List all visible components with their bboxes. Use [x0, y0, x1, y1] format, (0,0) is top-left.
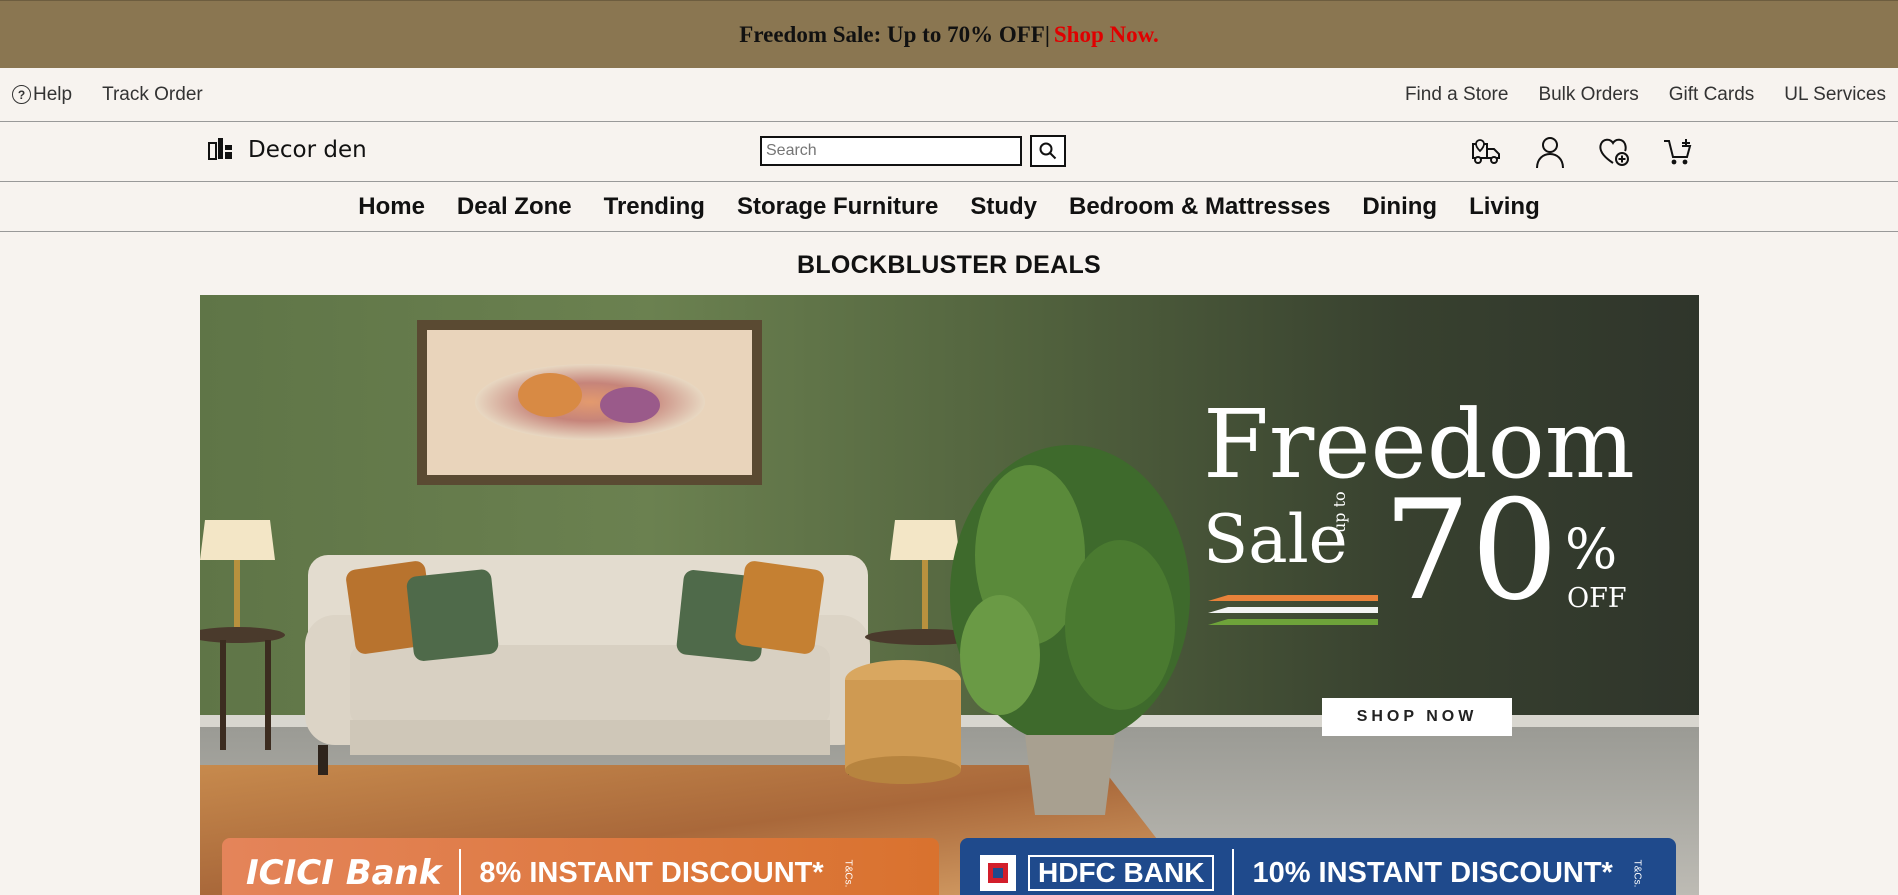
- hdfc-tc: T&Cs.: [1631, 859, 1643, 887]
- category-nav: Home Deal Zone Trending Storage Furnitur…: [0, 182, 1898, 232]
- promo-text: Freedom Sale: Up to 70% OFF|: [739, 21, 1050, 47]
- utility-left: ? Help Track Order: [12, 84, 233, 106]
- nav-bedroom-mattresses[interactable]: Bedroom & Mattresses: [1069, 193, 1330, 221]
- hero-percent: 70: [1383, 470, 1559, 631]
- tricolor-stripes: [1208, 595, 1378, 625]
- help-label: Help: [33, 83, 73, 105]
- hdfc-divider: [1232, 849, 1235, 895]
- search-input[interactable]: [760, 136, 1022, 166]
- hero-off: OFF: [1567, 583, 1627, 614]
- hero-shop-now-button[interactable]: SHOP NOW: [1322, 698, 1512, 736]
- find-store-link[interactable]: Find a Store: [1405, 84, 1509, 106]
- bulk-orders-link[interactable]: Bulk Orders: [1538, 84, 1638, 106]
- cart-icon[interactable]: [1660, 134, 1696, 170]
- icici-divider: [459, 849, 462, 895]
- hdfc-offer-card[interactable]: HDFC BANK 10% INSTANT DISCOUNT* T&Cs.: [960, 838, 1676, 895]
- wishlist-heart-icon[interactable]: [1596, 134, 1632, 170]
- main-header: Decor den: [0, 122, 1898, 182]
- nav-storage-furniture[interactable]: Storage Furniture: [737, 193, 938, 221]
- header-icons: [1468, 134, 1724, 170]
- search-button[interactable]: [1030, 135, 1066, 167]
- track-order-link[interactable]: Track Order: [102, 84, 203, 106]
- delivery-truck-icon[interactable]: [1468, 134, 1504, 170]
- user-icon[interactable]: [1532, 134, 1568, 170]
- search-bar: [760, 135, 1066, 167]
- nav-living[interactable]: Living: [1469, 193, 1540, 221]
- gift-cards-link[interactable]: Gift Cards: [1669, 84, 1755, 106]
- icici-offer-text: 8% INSTANT DISCOUNT*: [479, 856, 824, 889]
- hero-upto: up to: [1330, 491, 1349, 533]
- promo-bar: Freedom Sale: Up to 70% OFF| Shop Now.: [0, 0, 1898, 68]
- search-icon: [1039, 142, 1057, 160]
- hero-sale: Sale: [1203, 501, 1348, 578]
- help-icon: ?: [12, 85, 31, 104]
- nav-dining[interactable]: Dining: [1362, 193, 1437, 221]
- icici-logo: ICICI Bank: [246, 853, 442, 893]
- utility-right: Find a Store Bulk Orders Gift Cards UL S…: [1375, 84, 1886, 106]
- hero-percent-sign: %: [1565, 517, 1618, 581]
- section-title: BLOCKBLUSTER DEALS: [796, 251, 1101, 279]
- utility-bar: ? Help Track Order Find a Store Bulk Ord…: [0, 68, 1898, 122]
- logo-text: Decor den: [248, 137, 367, 163]
- help-link[interactable]: ? Help: [12, 84, 72, 106]
- ul-services-link[interactable]: UL Services: [1784, 84, 1886, 106]
- nav-trending[interactable]: Trending: [604, 193, 705, 221]
- logo[interactable]: Decor den: [208, 137, 367, 163]
- hero-banner[interactable]: Freedom Sale up to 70 % OFF SHOP NOW ICI…: [200, 295, 1699, 895]
- icici-offer-card[interactable]: ICICI Bank 8% INSTANT DISCOUNT* T&Cs.: [222, 838, 939, 895]
- logo-icon: [208, 138, 232, 160]
- hdfc-logo-text: HDFC BANK: [1028, 855, 1215, 891]
- nav-home[interactable]: Home: [358, 193, 425, 221]
- hdfc-logo-mark: [980, 855, 1016, 891]
- icici-tc: T&Cs.: [842, 859, 854, 887]
- promo-shop-now-link[interactable]: Shop Now.: [1054, 22, 1159, 48]
- nav-study[interactable]: Study: [970, 193, 1037, 221]
- hdfc-offer-text: 10% INSTANT DISCOUNT*: [1252, 856, 1613, 889]
- nav-deal-zone[interactable]: Deal Zone: [457, 193, 572, 221]
